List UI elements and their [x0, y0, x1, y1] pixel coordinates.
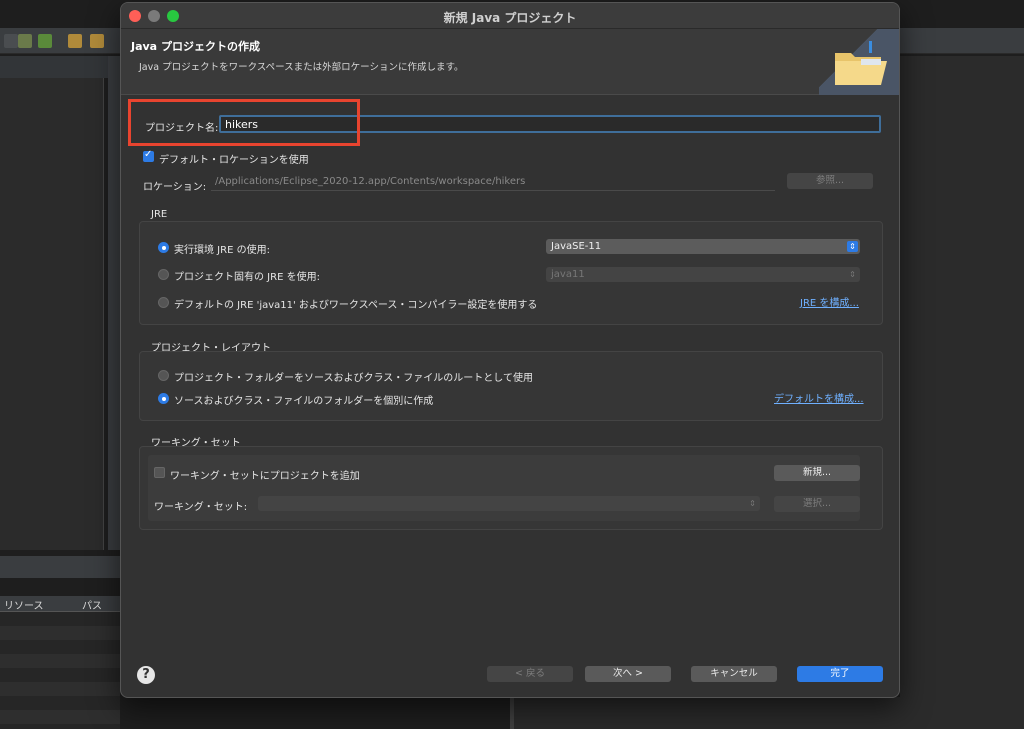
toolbar-icon[interactable]	[4, 34, 18, 48]
chevron-updown-icon: ⇕	[749, 499, 756, 508]
layout-separate-label: ソースおよびクラス・ファイルのフォルダーを個別に作成	[174, 396, 434, 407]
wizard-banner: Java プロジェクトの作成 Java プロジェクトをワークスペースまたは外部ロ…	[121, 29, 899, 95]
help-icon[interactable]: ?	[137, 666, 155, 684]
jre-env-select[interactable]: JavaSE-11 ⇕	[546, 239, 860, 254]
jre-group-title: JRE	[151, 209, 168, 220]
banner-description: Java プロジェクトをワークスペースまたは外部ロケーションに作成します。	[139, 62, 464, 73]
folder-icon[interactable]	[90, 34, 104, 48]
default-location-checkbox[interactable]	[143, 149, 154, 162]
editor-bottom-area	[510, 697, 1024, 729]
layout-group: プロジェクト・フォルダーをソースおよびクラス・ファイルのルートとして使用 ソース…	[139, 351, 883, 421]
working-sets-group: ワーキング・セットにプロジェクトを追加 新規... ワーキング・セット: ⇕ 選…	[139, 446, 883, 530]
layout-root-label: プロジェクト・フォルダーをソースおよびクラス・ファイルのルートとして使用	[174, 373, 533, 384]
dialog-title: 新規 Java プロジェクト	[443, 11, 577, 25]
package-explorer-panel	[0, 78, 104, 550]
new-java-project-dialog: 新規 Java プロジェクト Java プロジェクトの作成 Java プロジェク…	[120, 2, 900, 698]
jre-env-radio[interactable]	[158, 242, 169, 253]
new-working-set-button[interactable]: 新規...	[774, 465, 860, 481]
problems-table	[0, 612, 120, 729]
chevron-updown-icon: ⇕	[849, 270, 856, 279]
cancel-button[interactable]: キャンセル	[691, 666, 777, 682]
banner-heading: Java プロジェクトの作成	[131, 40, 260, 53]
jre-project-label: プロジェクト固有の JRE を使用:	[174, 272, 320, 283]
chevron-updown-icon: ⇕	[847, 241, 858, 252]
layout-root-radio[interactable]	[158, 370, 169, 381]
location-label: ロケーション:	[143, 182, 207, 193]
problems-table-header: リソース パス	[0, 596, 120, 612]
jre-default-label: デフォルトの JRE 'java11' およびワークスペース・コンパイラー設定を…	[174, 300, 538, 311]
working-sets-inner-panel	[148, 455, 860, 521]
toolbar-icon[interactable]	[18, 34, 32, 48]
back-button[interactable]: < 戻る	[487, 666, 573, 682]
configure-default-link[interactable]: デフォルトを構成...	[774, 390, 864, 405]
working-sets-select[interactable]: ⇕	[258, 496, 760, 511]
next-button[interactable]: 次へ >	[585, 666, 671, 682]
default-location-label: デフォルト・ロケーションを使用	[159, 155, 309, 166]
column-header-resource[interactable]: リソース	[4, 597, 44, 612]
bottom-panel-tabbar	[0, 556, 120, 578]
jre-project-value: java11	[551, 269, 585, 280]
column-header-path[interactable]: パス	[82, 597, 102, 612]
jre-default-radio[interactable]	[158, 297, 169, 308]
banner-art	[819, 29, 899, 95]
right-panel	[900, 56, 1024, 729]
jre-project-radio[interactable]	[158, 269, 169, 280]
add-working-set-label: ワーキング・セットにプロジェクトを追加	[170, 471, 360, 482]
jre-env-label: 実行環境 JRE の使用:	[174, 245, 270, 256]
refresh-icon[interactable]	[38, 34, 52, 48]
side-strip	[108, 56, 120, 550]
folder-icon	[835, 41, 887, 85]
working-sets-label: ワーキング・セット:	[154, 502, 248, 513]
location-input[interactable]: /Applications/Eclipse_2020-12.app/Conten…	[211, 175, 775, 191]
finish-button[interactable]: 完了	[797, 666, 883, 682]
layout-separate-radio[interactable]	[158, 393, 169, 404]
jre-project-select[interactable]: java11 ⇕	[546, 267, 860, 282]
jre-group: 実行環境 JRE の使用: JavaSE-11 ⇕ プロジェクト固有の JRE …	[139, 221, 883, 325]
jre-env-value: JavaSE-11	[551, 241, 602, 252]
browse-button[interactable]: 参照...	[787, 173, 873, 189]
add-working-set-checkbox[interactable]	[154, 467, 165, 478]
folder-icon[interactable]	[68, 34, 82, 48]
configure-jre-link[interactable]: JRE を構成...	[800, 294, 859, 309]
dialog-titlebar: 新規 Java プロジェクト	[121, 3, 899, 29]
select-working-set-button[interactable]: 選択...	[774, 496, 860, 512]
annotation-highlight-box	[128, 99, 360, 146]
